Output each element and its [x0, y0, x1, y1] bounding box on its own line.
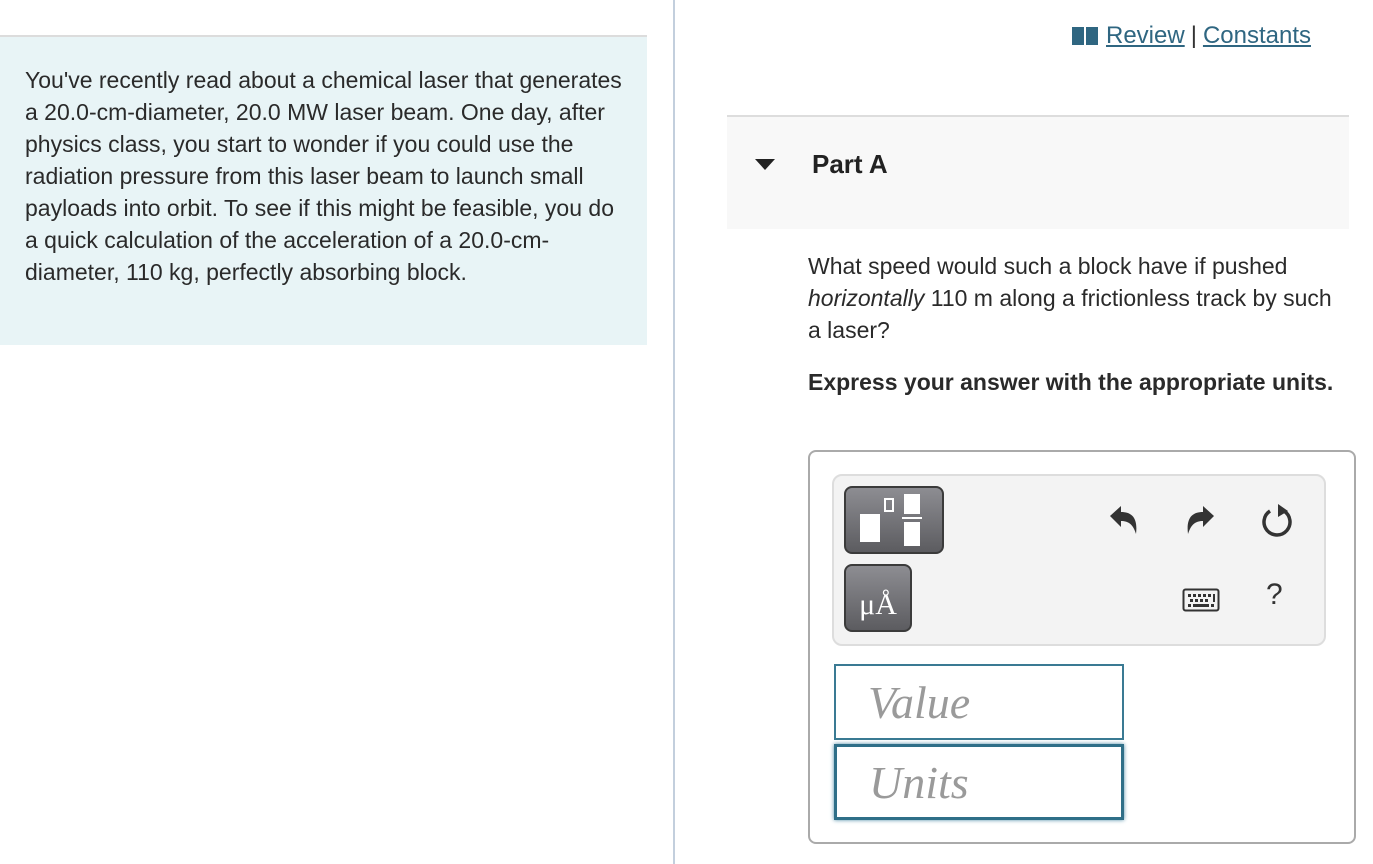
question-text-start: What speed would such a block have if pu… [808, 253, 1288, 279]
fraction-numerator-icon [904, 494, 920, 514]
problem-intro-text: You've recently read about a chemical la… [25, 67, 622, 285]
keyboard-icon[interactable] [1182, 588, 1220, 617]
exponent-box-icon [884, 498, 894, 512]
question-pane: Review | Constants Part A What speed wou… [675, 0, 1373, 864]
reset-icon[interactable] [1260, 502, 1296, 545]
part-a-header[interactable]: Part A [727, 115, 1349, 229]
link-separator: | [1190, 22, 1197, 49]
answer-instruction: Express your answer with the appropriate… [808, 369, 1334, 395]
value-input[interactable] [834, 664, 1124, 740]
review-link[interactable]: Review [1106, 22, 1185, 50]
book-icon [1072, 27, 1098, 45]
math-toolbar: μÅ ? [832, 474, 1326, 646]
fraction-bar-icon [902, 517, 922, 519]
help-button[interactable]: ? [1266, 578, 1283, 612]
caret-down-icon[interactable] [755, 159, 775, 170]
redo-icon[interactable] [1184, 504, 1216, 543]
problem-pane: You've recently read about a chemical la… [0, 0, 674, 864]
answer-box: μÅ ? [808, 450, 1356, 844]
problem-intro-box: You've recently read about a chemical la… [0, 35, 647, 345]
fraction-denominator-icon [904, 522, 920, 546]
templates-button[interactable] [844, 486, 944, 554]
part-title: Part A [812, 149, 888, 179]
undo-icon[interactable] [1108, 504, 1140, 543]
templates-icon [860, 514, 880, 542]
units-button[interactable]: μÅ [844, 564, 912, 632]
top-links: Review | Constants [1072, 22, 1311, 50]
units-input[interactable] [834, 744, 1124, 820]
question-text: What speed would such a block have if pu… [808, 250, 1348, 346]
question-emphasis: horizontally [808, 285, 925, 311]
constants-link[interactable]: Constants [1203, 22, 1311, 50]
